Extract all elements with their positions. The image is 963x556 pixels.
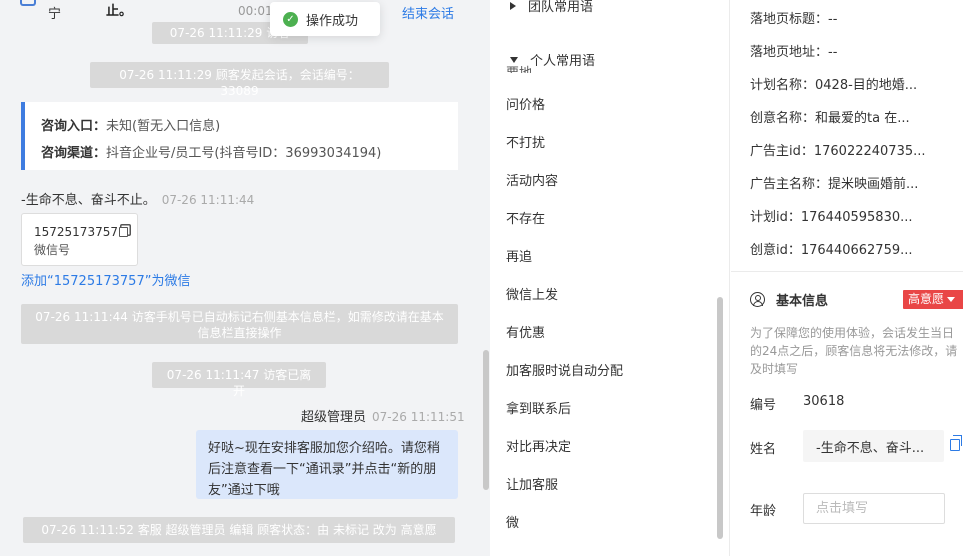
visitor-name: -生命不息、奋斗不止。 — [21, 193, 156, 208]
phrase-item[interactable]: 微 — [506, 512, 519, 531]
wechat-card[interactable]: 15725173757 微信号 — [21, 213, 138, 266]
phrase-item[interactable]: 拿到联系后 — [506, 398, 571, 417]
visitor-message-header: -生命不息、奋斗不止。 07-26 11:11:44 — [21, 189, 254, 208]
success-toast: ✓ 操作成功 — [270, 2, 380, 36]
phrase-item[interactable]: 让加客服 — [506, 474, 558, 493]
chat-scrollbar[interactable] — [483, 350, 489, 490]
team-phrase-group[interactable]: 团队常用语 — [510, 0, 593, 15]
phrase-item[interactable]: 对比再决定 — [506, 436, 571, 455]
monitor-icon — [20, 0, 36, 6]
consult-entry-label: 咨询入口： — [41, 119, 107, 134]
phrase-item[interactable]: 要地址 — [506, 61, 536, 73]
plan-id: 计划id：176440595830... — [750, 210, 913, 225]
system-message: 07-26 11:11:52 客服 超级管理员 编辑 顾客状态：由 未标记 改为… — [23, 517, 455, 543]
toast-text: 操作成功 — [306, 13, 359, 29]
landing-page-url: 落地页地址：-- — [750, 45, 838, 60]
visitor-name-fragment: 宁 — [48, 7, 62, 22]
plan-name: 计划名称：0428-目的地婚... — [750, 78, 918, 93]
session-timer: 00:01 — [238, 4, 273, 18]
landing-page-title: 落地页标题：-- — [750, 12, 838, 27]
wechat-number: 15725173757 — [34, 225, 118, 239]
quick-phrase-panel: 团队常用语 个人常用语 要地址 问价格 不打扰 活动内容 不存在 再追 微信上发… — [490, 0, 730, 556]
user-icon — [750, 292, 765, 307]
consult-channel-row: 咨询渠道：抖音企业号/员工号(抖音号ID：36993034194) — [41, 140, 458, 167]
advertiser-id: 广告主id：176022240735... — [750, 144, 926, 159]
end-chat-button[interactable]: 结束会话 — [402, 3, 454, 22]
consult-channel-label: 咨询渠道： — [41, 146, 107, 161]
team-phrase-group-label: 团队常用语 — [528, 0, 594, 15]
name-field[interactable]: -生命不息、奋斗... — [803, 430, 944, 462]
visitor-name-fragment-2: 止。 — [106, 4, 133, 19]
phrase-item[interactable]: 活动内容 — [506, 170, 558, 189]
agent-message-header: 超级管理员 07-26 11:11:51 — [301, 406, 465, 425]
phrase-item[interactable]: 加客服时说自动分配 — [506, 360, 623, 379]
caret-right-icon — [510, 2, 516, 10]
intent-status-label: 高意愿 — [908, 292, 945, 306]
id-label: 编号 — [750, 398, 777, 413]
advertiser-name: 广告主名称：提米映画婚前... — [750, 177, 919, 192]
phrase-item[interactable]: 问价格 — [506, 94, 545, 113]
agent-message-bubble: 好哒~现在安排客服加您介绍哈。请您稍后注意查看一下“通讯录”并点击“新的朋友”通… — [196, 430, 458, 499]
visitor-info-panel: 落地页标题：-- 落地页地址：-- 计划名称：0428-目的地婚... 创意名称… — [731, 0, 963, 556]
add-wechat-link[interactable]: 添加“15725173757”为微信 — [21, 270, 190, 289]
age-label: 年龄 — [750, 504, 777, 519]
edit-deadline-notice: 为了保障您的使用体验，会话发生当日的24点之后，顾客信息将无法修改，请及时填写 — [750, 326, 958, 376]
consult-channel-value: 抖音企业号/员工号(抖音号ID：36993034194) — [106, 146, 382, 161]
chat-panel: 宁 止。 00:01 结束会话 ✓ 操作成功 07-26 11:11:29 访客… — [0, 0, 490, 556]
copy-icon[interactable] — [950, 435, 962, 451]
name-label: 姓名 — [750, 442, 777, 457]
phrase-scrollbar[interactable] — [717, 297, 723, 539]
phrase-item[interactable]: 有优惠 — [506, 322, 545, 341]
visitor-message-time: 07-26 11:11:44 — [161, 193, 255, 207]
creative-id: 创意id：176440662759... — [750, 243, 913, 258]
creative-name: 创意名称：和最爱的ta 在... — [750, 111, 910, 126]
basic-info-title: 基本信息 — [776, 294, 829, 309]
id-value: 30618 — [803, 394, 845, 409]
system-message: 07-26 11:11:44 访客手机号已自动标记右侧基本信息栏，如需修改请在基… — [21, 304, 458, 344]
wechat-label: 微信号 — [34, 243, 71, 257]
consult-entry-row: 咨询入口：未知(暂无入口信息) — [41, 113, 458, 140]
consult-entry-value: 未知(暂无入口信息) — [106, 119, 221, 134]
personal-phrase-group-label: 个人常用语 — [530, 54, 596, 69]
system-message: 07-26 11:11:29 顾客发起会话，会话编号：33089 — [90, 62, 389, 98]
basic-info-header: 基本信息 — [750, 290, 828, 309]
age-input[interactable] — [803, 493, 945, 524]
phrase-item[interactable]: 微信上发 — [506, 284, 558, 303]
agent-name: 超级管理员 — [301, 410, 367, 425]
caret-down-icon — [947, 297, 956, 302]
check-circle-icon: ✓ — [283, 11, 298, 27]
copy-icon[interactable] — [118, 227, 128, 237]
divider — [731, 271, 963, 272]
phrase-item[interactable]: 不存在 — [506, 208, 545, 227]
phrase-item[interactable]: 不打扰 — [506, 132, 545, 151]
phrase-item[interactable]: 再追 — [506, 246, 532, 265]
intent-status-dropdown[interactable]: 高意愿 — [903, 290, 963, 309]
system-message: 07-26 11:11:47 访客已离开 — [152, 362, 326, 398]
agent-message-time: 07-26 11:11:51 — [372, 410, 465, 424]
consult-info-card: 咨询入口：未知(暂无入口信息) 咨询渠道：抖音企业号/员工号(抖音号ID：369… — [21, 102, 458, 170]
